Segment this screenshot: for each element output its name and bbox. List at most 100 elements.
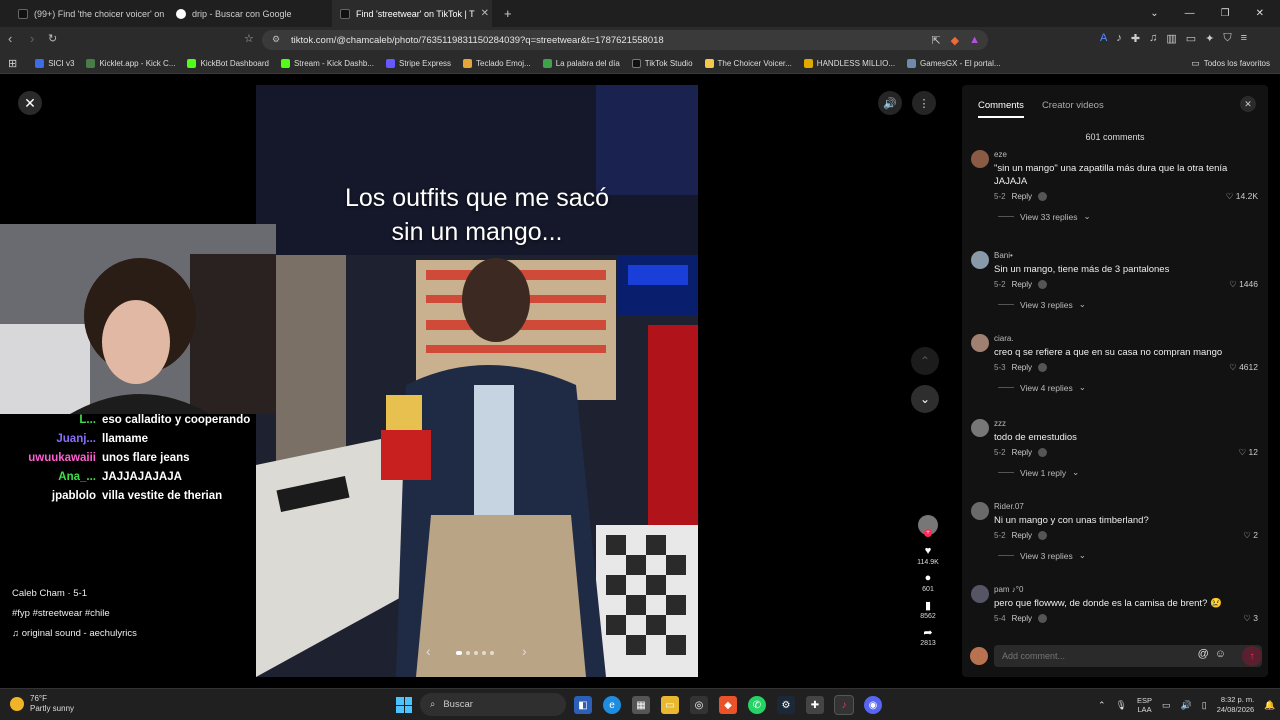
comment-username[interactable]: Bani• xyxy=(994,251,1260,260)
mention-icon[interactable]: @ xyxy=(1198,648,1209,660)
sound-row[interactable]: ♫ original sound - aechulyrics xyxy=(12,628,137,639)
extensions-icon[interactable]: ✚ xyxy=(1131,32,1140,45)
share-action[interactable]: ➦ 2813 xyxy=(920,626,936,647)
reply-button[interactable]: Reply xyxy=(1012,192,1032,201)
avatar[interactable] xyxy=(971,334,989,352)
bookmark-item[interactable]: KickBot Dashboard xyxy=(187,58,269,68)
reply-button[interactable]: Reply xyxy=(1012,531,1032,540)
post-photo[interactable]: Los outfits que me sacó sin un mango... … xyxy=(256,85,698,677)
notification-icon[interactable]: 🔔 xyxy=(1264,700,1275,711)
avatar[interactable] xyxy=(971,502,989,520)
view-replies-button[interactable]: View 3 replies ⌄ xyxy=(998,299,1260,310)
bookmark-item[interactable]: La palabra del día xyxy=(542,58,620,68)
comment-likes[interactable]: ♡ 12 xyxy=(1239,447,1258,458)
slide-dot[interactable] xyxy=(482,651,486,655)
minimize-icon[interactable]: — xyxy=(1185,8,1195,19)
comment-username[interactable]: ciara. xyxy=(994,334,1260,343)
tab-list-icon[interactable]: ⌄ xyxy=(1150,8,1158,19)
slide-dot[interactable] xyxy=(490,651,494,655)
hashtags[interactable]: #fyp #streetwear #chile xyxy=(12,608,137,619)
comment-likes[interactable]: ♡ 4612 xyxy=(1229,362,1258,373)
bookmark-item[interactable]: Teclado Emoj... xyxy=(463,58,531,68)
tab-choicer-voicer[interactable]: (99+) Find 'the choicer voicer' on TikTo… xyxy=(10,0,165,27)
avatar[interactable] xyxy=(971,251,989,269)
app-icon[interactable]: ✚ xyxy=(806,696,824,714)
view-replies-button[interactable]: View 3 replies ⌄ xyxy=(998,550,1260,561)
vpn-icon[interactable]: ⛉ xyxy=(1223,32,1231,45)
restore-icon[interactable]: ❐ xyxy=(1221,8,1230,19)
all-bookmarks-folder[interactable]: ▭ Todos los favoritos xyxy=(1191,58,1270,69)
tab-google-search[interactable]: drip - Buscar con Google xyxy=(168,0,328,27)
bookmark-star-icon[interactable]: ☆ xyxy=(244,32,254,45)
slide-dot[interactable] xyxy=(474,651,478,655)
audio-icon[interactable]: ♪ xyxy=(1116,32,1122,45)
brave-shield-icon[interactable]: ◆ xyxy=(951,34,959,47)
tab-streetwear[interactable]: Find 'streetwear' on TikTok | T ✕ xyxy=(332,0,492,27)
post-comment-button[interactable]: ↑ xyxy=(1242,646,1262,666)
language-indicator[interactable]: ESP LAA xyxy=(1137,696,1152,714)
avatar[interactable] xyxy=(971,419,989,437)
close-window-icon[interactable]: ✕ xyxy=(1256,8,1264,19)
sidebar-icon[interactable]: ▥ xyxy=(1166,32,1176,45)
slide-dot[interactable] xyxy=(466,651,470,655)
edge-icon[interactable]: e xyxy=(603,696,621,714)
start-button[interactable] xyxy=(396,697,412,713)
discord-icon[interactable]: ◉ xyxy=(864,696,882,714)
follow-plus-icon[interactable]: + xyxy=(924,529,932,537)
comment-username[interactable]: eze xyxy=(994,150,1260,159)
close-panel-button[interactable]: ✕ xyxy=(1240,96,1256,112)
bookmark-item[interactable]: Stream - Kick Dashb... xyxy=(280,58,374,68)
tab-comments[interactable]: Comments xyxy=(978,100,1024,118)
comment-likes[interactable]: ♡ 14.2K xyxy=(1226,191,1258,202)
chevron-up-icon[interactable]: ⌃ xyxy=(1098,700,1106,711)
new-tab-button[interactable]: + xyxy=(496,0,516,27)
reply-button[interactable]: Reply xyxy=(1012,448,1032,457)
bookmark-item[interactable]: GamesGX - El portal... xyxy=(907,58,1001,68)
reply-button[interactable]: Reply xyxy=(1012,280,1032,289)
bookmark-item[interactable]: SICI v3 xyxy=(35,58,74,68)
tab-creator-videos[interactable]: Creator videos xyxy=(1042,100,1104,118)
save-action[interactable]: ▮ 8562 xyxy=(920,599,936,620)
volume-button[interactable]: 🔊 xyxy=(878,91,902,115)
network-icon[interactable]: ▭ xyxy=(1162,700,1171,711)
brave-icon[interactable]: ◆ xyxy=(719,696,737,714)
tiktok-icon[interactable]: ♪ xyxy=(834,695,854,715)
comment-likes[interactable]: ♡ 3 xyxy=(1243,613,1258,624)
apps-grid-icon[interactable]: ⊞ xyxy=(8,57,17,70)
app-icon[interactable]: ◧ xyxy=(574,696,592,714)
battery-icon[interactable]: ▯ xyxy=(1202,700,1207,711)
slide-dot[interactable] xyxy=(456,651,462,655)
microphone-icon[interactable]: 🎙 xyxy=(1116,700,1127,711)
rewards-icon[interactable]: ▲ xyxy=(969,34,980,46)
music-icon[interactable]: ♫ xyxy=(1149,32,1157,45)
file-explorer-icon[interactable]: ▭ xyxy=(661,696,679,714)
comment-likes[interactable]: ♡ 1446 xyxy=(1229,279,1258,290)
back-icon[interactable]: ‹ xyxy=(8,31,12,46)
reply-button[interactable]: Reply xyxy=(1012,363,1032,372)
like-action[interactable]: ♥ 114.9K xyxy=(917,545,939,566)
speaker-icon[interactable]: 🔊 xyxy=(1181,700,1192,711)
next-post-button[interactable]: ⌄ xyxy=(911,385,939,413)
bookmark-item[interactable]: TikTok Studio xyxy=(631,58,693,68)
clock[interactable]: 8:32 p. m. 24/08/2026 xyxy=(1217,695,1255,715)
address-bar[interactable]: ⚙ tiktok.com/@chamcaleb/photo/7635119831… xyxy=(262,30,988,50)
comment-username[interactable]: zzz xyxy=(994,419,1260,428)
ai-icon[interactable]: ✦ xyxy=(1205,32,1214,45)
wallet-icon[interactable]: ▭ xyxy=(1186,32,1196,45)
store-icon[interactable]: ▦ xyxy=(632,696,650,714)
view-replies-button[interactable]: View 4 replies ⌄ xyxy=(998,382,1260,393)
translate-icon[interactable]: A xyxy=(1100,32,1107,45)
bookmark-item[interactable]: Stripe Express xyxy=(386,58,451,68)
comment-action[interactable]: ● 601 xyxy=(922,572,934,593)
comment-likes[interactable]: ♡ 2 xyxy=(1243,530,1258,541)
creator-avatar[interactable]: + xyxy=(918,515,938,537)
avatar[interactable] xyxy=(971,585,989,603)
close-tab-icon[interactable]: ✕ xyxy=(481,8,489,19)
forward-icon[interactable]: › xyxy=(30,31,34,46)
weather-widget[interactable]: 76°F Partly sunny xyxy=(10,694,74,714)
steam-icon[interactable]: ⚙ xyxy=(777,696,795,714)
open-external-icon[interactable]: ⇱ xyxy=(931,34,940,47)
reply-button[interactable]: Reply xyxy=(1012,614,1032,623)
taskbar-search[interactable]: ⌕ Buscar xyxy=(420,693,566,716)
comment-username[interactable]: pam ♪°0 xyxy=(994,585,1260,594)
